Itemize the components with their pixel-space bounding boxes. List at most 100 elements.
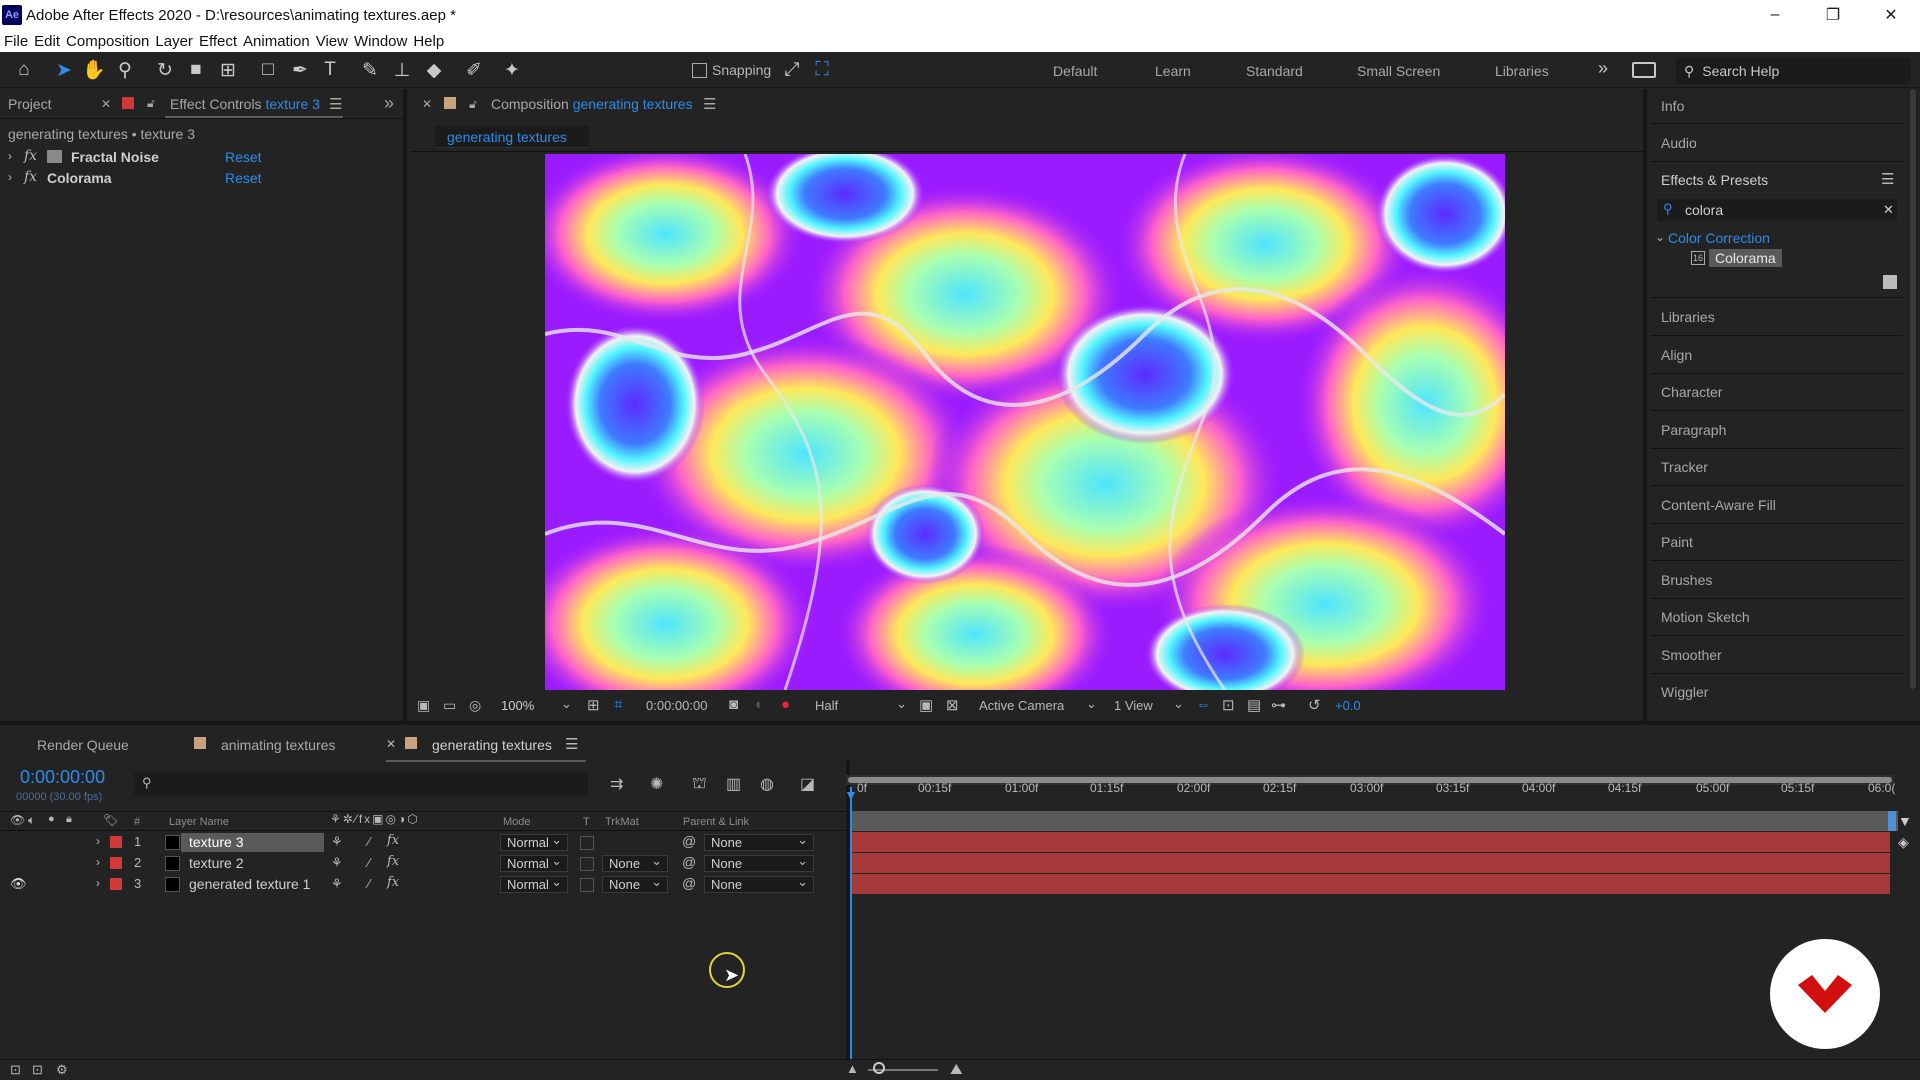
label-color-swatch[interactable] [110,878,122,890]
grid-guides-icon[interactable]: ⊠ [946,696,959,714]
label-tag-icon[interactable]: 🏷︎ [103,813,118,827]
playhead[interactable] [850,787,852,1063]
layer-duration-bar[interactable] [852,853,1890,873]
panel-audio[interactable]: Audio [1661,135,1697,151]
workspace-small-screen[interactable]: Small Screen [1357,63,1440,79]
menu-edit[interactable]: Edit [34,33,60,50]
panel-align[interactable]: Align [1661,347,1692,363]
layer-duration-bar[interactable] [852,832,1890,852]
shy-switch-icon[interactable]: ⚘ [331,876,343,892]
workspace-libraries[interactable]: Libraries [1495,63,1549,79]
chevron-double-right-icon[interactable]: » [384,93,394,114]
layer-name[interactable]: texture 2 [189,855,243,871]
fast-render-icon[interactable]: ⊡ [1222,696,1235,714]
menu-file[interactable]: File [4,33,28,50]
parent-dropdown[interactable]: None [704,853,814,872]
layer-switches-icon[interactable]: ⊡ [10,1062,21,1078]
viewer-timecode[interactable]: 0:00:00:00 [646,698,707,713]
panel-paint[interactable]: Paint [1661,534,1693,550]
resolution-dropdown[interactable]: Half [815,698,838,713]
pick-whip-icon[interactable]: @ [682,833,696,849]
video-toggle-icon[interactable]: 👁︎ [10,813,25,827]
transparency-grid-icon[interactable]: ⌗ [614,696,622,713]
menu-animation[interactable]: Animation [243,33,310,50]
table-row[interactable]: › 2 texture 2 ⚘ ⁄ fx Normal None @ None [0,853,846,874]
zoom-in-icon[interactable]: ⛰ [950,1061,963,1078]
draft-3d-icon[interactable]: ✺ [650,774,663,794]
render-time-icon[interactable]: ⚙ [56,1062,68,1078]
table-row[interactable]: 👁︎ › 3 generated texture 1 ⚘ ⁄ fx Normal… [0,874,846,895]
preserve-transparency-checkbox[interactable] [580,878,594,892]
panel-wiggler[interactable]: Wiggler [1661,684,1708,700]
shy-switch-icon[interactable]: ⚘ [331,834,343,850]
lock-icon[interactable]: 🔓︎ [469,97,477,112]
lock-icon[interactable]: 🔒︎ [66,813,72,826]
workspace-default[interactable]: Default [1053,63,1097,79]
chevron-down-icon[interactable]: ⌄ [561,696,572,712]
layer-duration-bar[interactable] [852,874,1890,894]
category-color-correction[interactable]: Color Correction [1668,230,1770,246]
pick-whip-icon[interactable]: @ [682,875,696,891]
search-help-field[interactable]: ⚲ Search Help [1676,58,1911,84]
mode-dropdown[interactable]: Normal [500,832,568,851]
clear-search-icon[interactable]: ✕ [1883,202,1894,218]
puppet-tool-icon[interactable]: ✦ [500,58,524,82]
selection-tool-icon[interactable]: ➤ [52,58,76,82]
always-preview-icon[interactable]: ▣ [417,697,430,714]
minimize-button[interactable]: – [1746,0,1804,30]
pan-behind-tool-icon[interactable]: ⊞ [216,58,240,82]
brush-tool-icon[interactable]: ✎ [358,58,382,82]
fast-previews-icon[interactable]: ▣ [919,696,933,714]
eraser-tool-icon[interactable]: ◆ [422,58,446,82]
chevron-right-icon[interactable]: › [96,855,100,869]
tab-project[interactable]: Project [8,96,52,112]
new-bin-icon[interactable] [1883,275,1897,289]
close-icon[interactable]: ✕ [101,97,111,111]
menu-composition[interactable]: Composition [66,33,149,50]
chevron-down-icon[interactable]: ⌄ [1655,230,1665,244]
composition-subtab[interactable]: generating textures [435,126,589,148]
panel-menu-icon[interactable]: ☰ [1881,170,1894,188]
close-icon[interactable]: ✕ [422,97,432,111]
tab-composition[interactable]: Composition generating textures [491,96,693,112]
chevron-right-icon[interactable]: › [96,834,100,848]
composition-mini-flowchart-icon[interactable]: ⇉ [610,774,623,794]
tab-effect-controls[interactable]: Effect Controls texture 3 [170,96,320,112]
panel-smoother[interactable]: Smoother [1661,647,1722,663]
chevron-double-right-icon[interactable]: » [1598,58,1608,79]
reset-link[interactable]: Reset [225,170,262,186]
shy-switch-icon[interactable]: ⚘ [331,855,343,871]
zoom-tool-icon[interactable]: ⚲ [113,58,137,82]
fx-icon[interactable]: fx [387,875,399,890]
clone-stamp-tool-icon[interactable]: ⊥ [390,58,414,82]
quality-switch-icon[interactable]: ⁄ [368,834,370,849]
effect-row-colorama[interactable]: › fx Colorama Reset [0,168,380,189]
flowchart-icon[interactable]: ⊶ [1271,696,1286,714]
panel-character[interactable]: Character [1661,384,1722,400]
chevron-down-icon[interactable]: ⌄ [896,696,907,712]
trkmat-dropdown[interactable]: None [602,853,668,872]
color-channels-icon[interactable]: ● [781,696,790,713]
parent-dropdown[interactable]: None [704,832,814,851]
end-handle[interactable] [1888,811,1896,831]
table-row[interactable]: › 1 texture 3 ⚘ ⁄ fx Normal @ None [0,832,846,853]
menu-window[interactable]: Window [354,33,407,50]
layer-name[interactable]: texture 3 [189,834,243,850]
workspace-options-icon[interactable] [1632,62,1656,78]
mode-dropdown[interactable]: Normal [500,874,568,893]
lock-icon[interactable]: 🔓︎ [147,96,155,111]
fx-icon[interactable]: fx [387,854,399,869]
label-color-swatch[interactable] [110,857,122,869]
quality-switch-icon[interactable]: ⁄ [368,855,370,870]
motion-blur-icon[interactable]: ◍ [760,774,774,794]
parent-dropdown[interactable]: None [704,874,814,893]
label-color-swatch[interactable] [110,836,122,848]
menu-effect[interactable]: Effect [199,33,237,50]
panel-menu-icon[interactable]: ☰ [329,95,342,113]
snap-target-icon[interactable]: ⛶ [810,58,834,82]
reset-link[interactable]: Reset [225,149,262,165]
panel-info[interactable]: Info [1661,98,1684,114]
chevron-right-icon[interactable]: › [8,170,12,184]
audio-toggle-icon[interactable]: 🔈︎ [28,813,35,828]
home-icon[interactable]: ⌂ [12,58,36,82]
